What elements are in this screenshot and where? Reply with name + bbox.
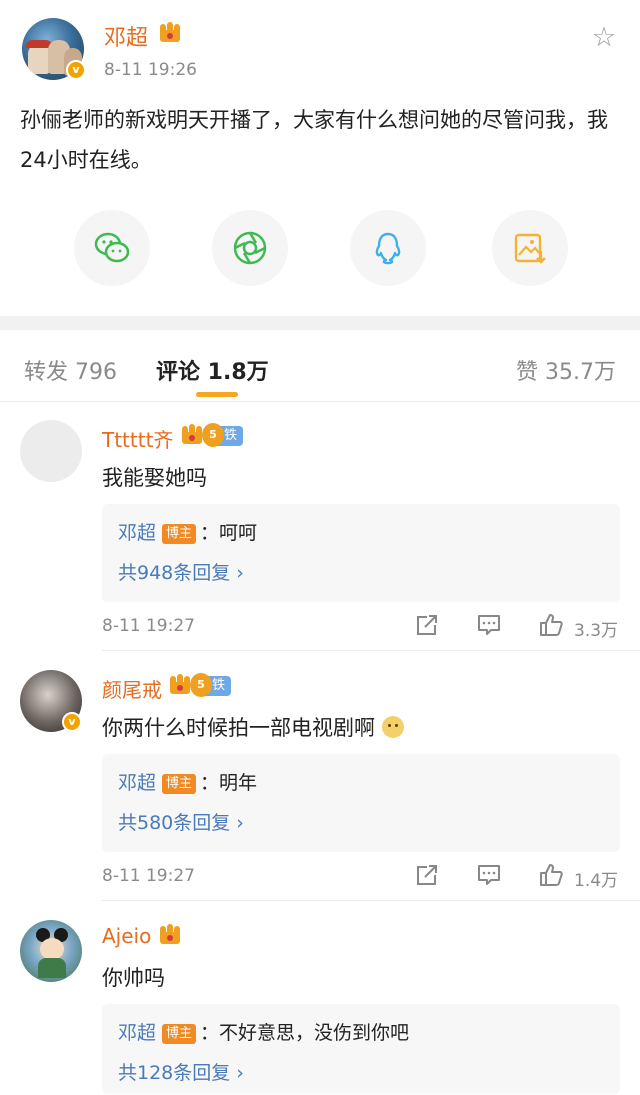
share-qq-button[interactable] — [350, 210, 426, 286]
like-icon[interactable] — [538, 862, 564, 888]
tab-likes[interactable]: 赞 35.7万 — [516, 354, 616, 386]
post-text: 孙俪老师的新戏明天开播了，大家有什么想问她的尽管问我，我24小时在线。 — [20, 108, 608, 172]
reply-preview[interactable]: 邓超 博主 ：呵呵 共948条回复 › — [102, 504, 620, 602]
reply-text: ：呵呵 — [200, 522, 258, 544]
like-icon[interactable] — [538, 612, 564, 638]
comment-item: Ajeio 你帅吗 邓超 博主 ：不好意思，没伤到你吧 共128条回复 › — [0, 902, 640, 1095]
comment-time: 8-11 19:27 — [102, 616, 195, 636]
active-tab-indicator — [196, 392, 238, 397]
share-moments-button[interactable] — [212, 210, 288, 286]
vip-crown-icon — [158, 22, 182, 44]
comment-text: 我能娶她吗 — [102, 466, 207, 490]
forward-icon[interactable] — [414, 862, 440, 888]
save-image-icon — [514, 233, 546, 264]
share-row — [0, 210, 640, 290]
doge-emoji-icon — [381, 716, 404, 738]
comment-text: 你帅吗 — [102, 966, 165, 990]
reply-icon[interactable] — [476, 612, 502, 638]
comment-divider — [102, 900, 640, 901]
comment-item: v 颜尾戒 5 铁粉 你两什么时候拍一部电视剧啊 邓超 博主 ：明年 共580条回复 … — [0, 652, 640, 902]
reply-author[interactable]: 邓超 — [118, 772, 156, 794]
verified-badge-icon: v — [66, 60, 86, 80]
view-replies-link[interactable]: 共580条回复 › — [118, 808, 244, 835]
save-image-button[interactable] — [492, 210, 568, 286]
comment-time: 8-11 19:27 — [102, 866, 195, 886]
commenter-avatar[interactable] — [20, 920, 82, 982]
owner-badge: 博主 — [162, 774, 197, 794]
comment-text: 你两什么时候拍一部电视剧啊 — [102, 712, 404, 742]
commenter-name[interactable]: Ajeio — [102, 924, 151, 948]
reply-author[interactable]: 邓超 — [118, 522, 156, 544]
reply-text: ：不好意思，没伤到你吧 — [200, 1022, 410, 1044]
reply-preview[interactable]: 邓超 博主 ：不好意思，没伤到你吧 共128条回复 › — [102, 1004, 620, 1094]
like-count: 3.3万 — [574, 621, 619, 641]
author-name[interactable]: 邓超 — [104, 20, 148, 52]
share-wechat-button[interactable] — [74, 210, 150, 286]
owner-badge: 博主 — [162, 524, 197, 544]
section-divider — [0, 316, 640, 330]
post-time: 8-11 19:26 — [104, 60, 197, 80]
commenter-avatar[interactable] — [20, 420, 82, 482]
verified-badge-icon: v — [62, 712, 82, 732]
tab-repost[interactable]: 转发 796 — [24, 354, 117, 386]
forward-icon[interactable] — [414, 612, 440, 638]
commenter-name[interactable]: 颜尾戒 — [102, 674, 162, 703]
favorite-star-icon[interactable]: ☆ — [590, 24, 618, 52]
comment-item: Tttttt齐 5 铁粉 我能娶她吗 邓超 博主 ：呵呵 共948条回复 › 8-11… — [0, 402, 640, 652]
vip-crown-icon — [168, 674, 192, 696]
wechat-icon — [94, 232, 130, 263]
comment-divider — [102, 650, 640, 651]
reply-icon[interactable] — [476, 862, 502, 888]
vip-crown-icon — [180, 424, 204, 446]
reply-author[interactable]: 邓超 — [118, 1022, 156, 1044]
view-replies-link[interactable]: 共128条回复 › — [118, 1058, 244, 1085]
tab-bar: 转发 796 评论 1.8万 赞 35.7万 — [0, 330, 640, 402]
view-replies-link[interactable]: 共948条回复 › — [118, 558, 244, 585]
moments-icon — [233, 231, 267, 265]
commenter-name[interactable]: Tttttt齐 — [102, 424, 173, 453]
vip-crown-icon — [158, 924, 182, 946]
weibo-post: v 邓超 8-11 19:26 ☆ 孙俪老师的新戏明天开播了，大家有什么想问她的… — [0, 0, 640, 318]
reply-text: ：明年 — [200, 772, 258, 794]
owner-badge: 博主 — [162, 1024, 197, 1044]
like-count: 1.4万 — [574, 871, 619, 891]
qq-icon — [375, 232, 401, 265]
tab-comments[interactable]: 评论 1.8万 — [156, 354, 269, 386]
reply-preview[interactable]: 邓超 博主 ：明年 共580条回复 › — [102, 754, 620, 852]
